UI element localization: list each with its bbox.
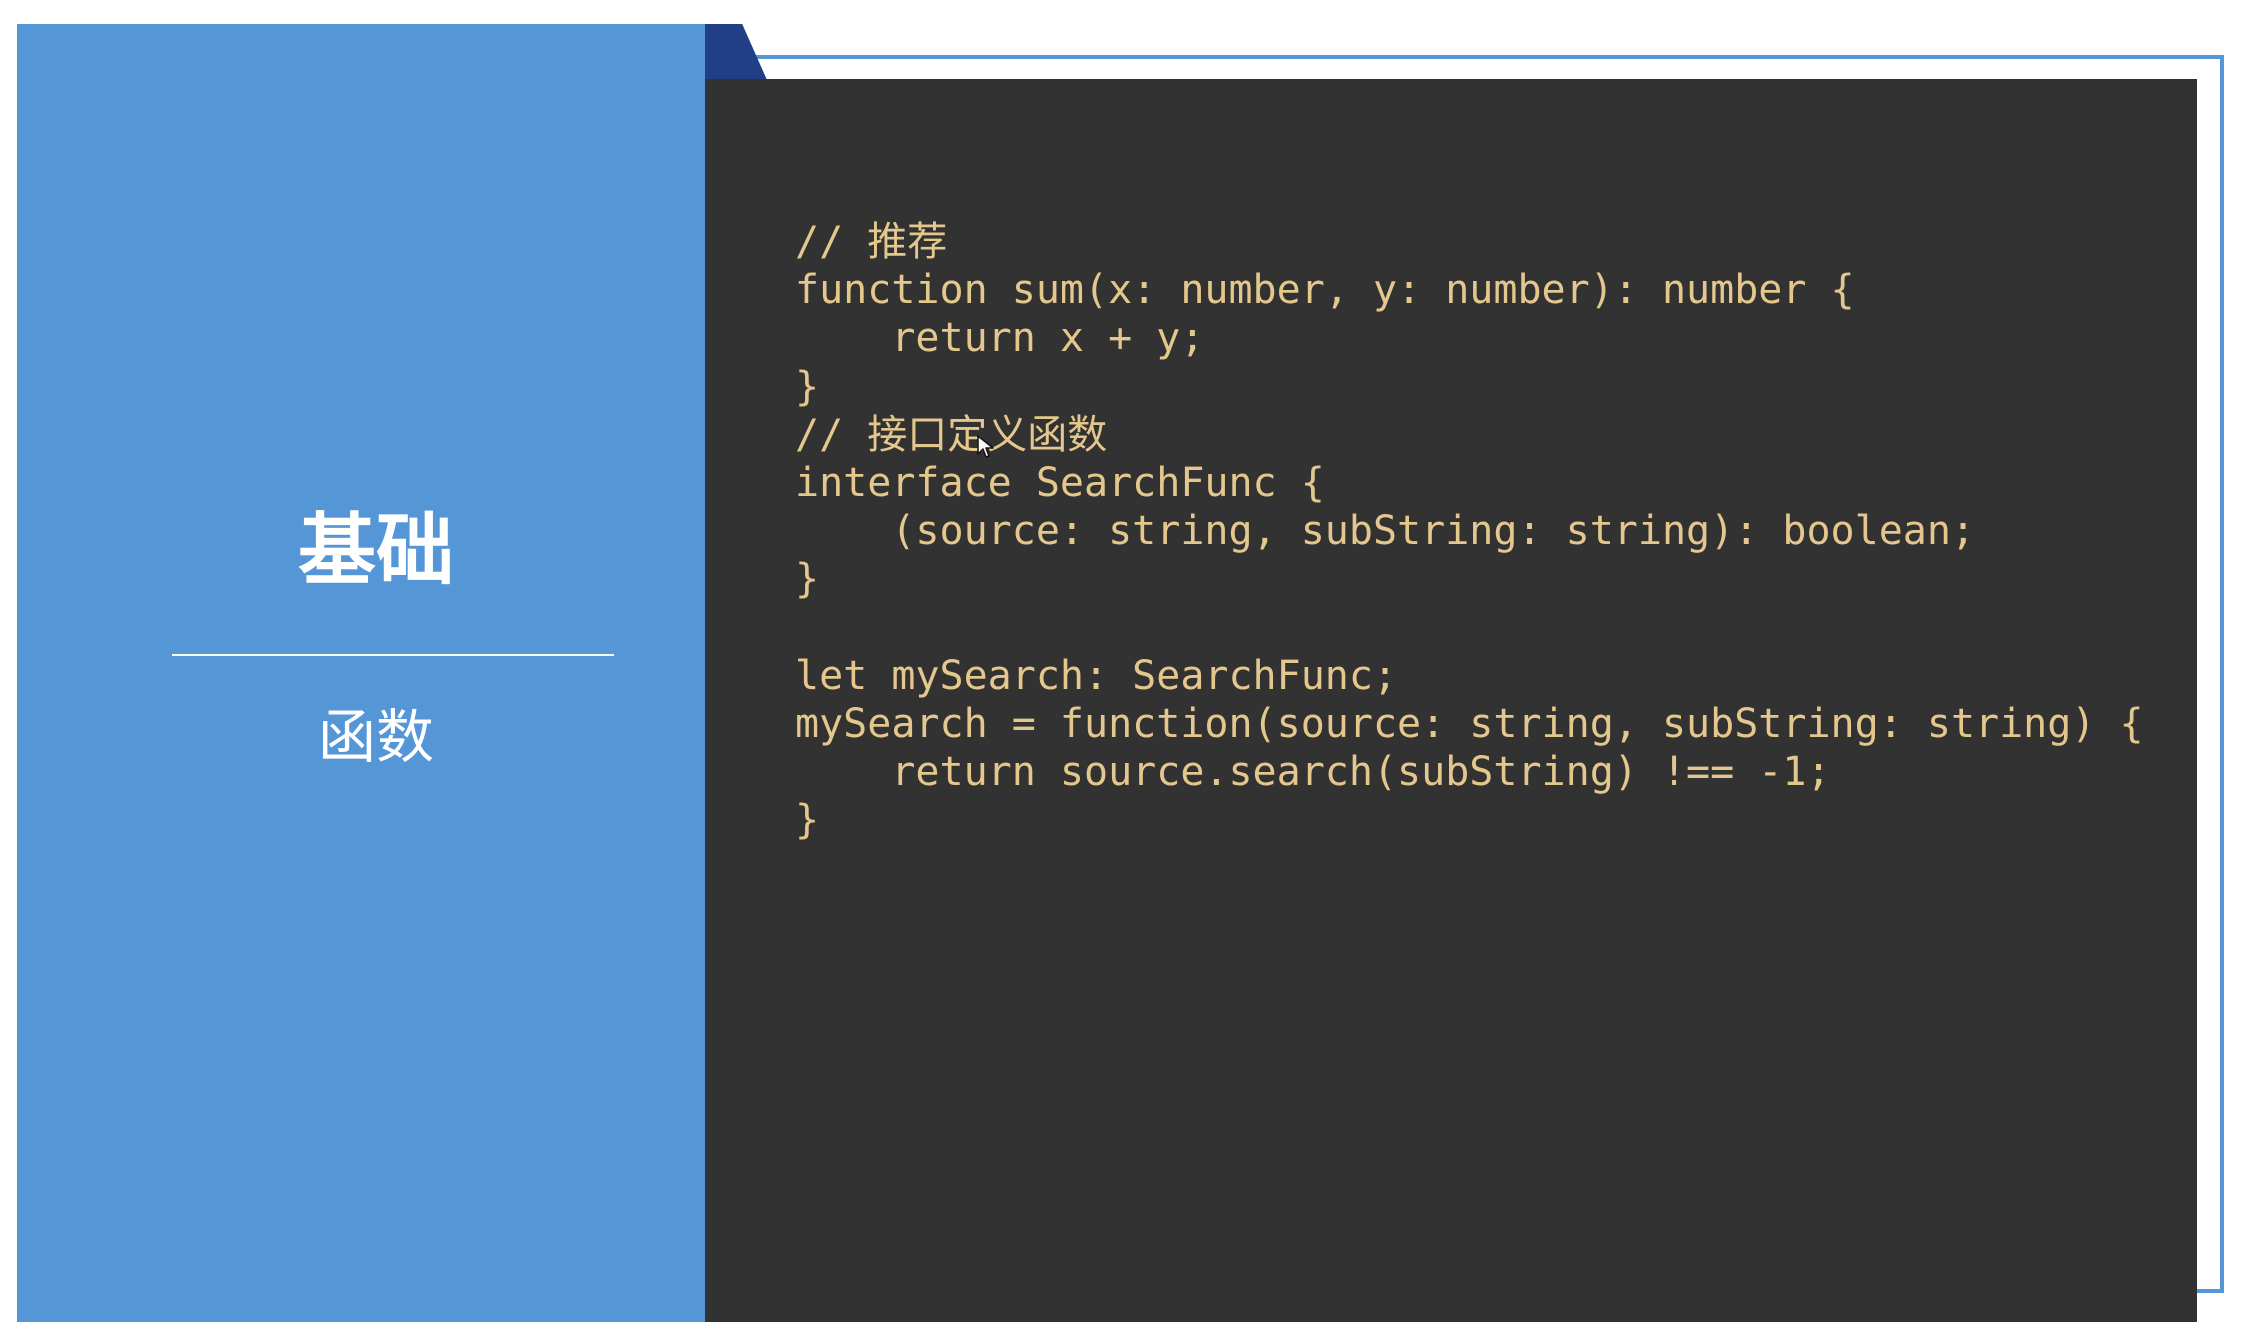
code-line: interface SearchFunc { — [795, 459, 1325, 506]
code-line: } — [795, 556, 820, 603]
code-block: // 推荐 function sum(x: number, y: number):… — [795, 218, 2144, 844]
code-line: // 接口定义函数 — [795, 411, 1108, 458]
code-line: return source.search(subString) !== -1; — [795, 749, 1831, 796]
code-line: return x + y; — [795, 315, 1205, 362]
presentation-slide: 基础 函数 // 推荐 function sum(x: number, y: nu… — [0, 0, 2256, 1338]
mouse-pointer-icon — [977, 435, 994, 458]
corner-accent — [705, 24, 767, 80]
code-line: mySearch = function(source: string, subS… — [795, 700, 2144, 747]
code-line: } — [795, 797, 820, 844]
section-title: 基础 — [297, 506, 454, 596]
code-line: } — [795, 363, 820, 410]
section-sidebar: 基础 函数 — [17, 24, 705, 1322]
code-line: function sum(x: number, y: number): numb… — [795, 267, 1855, 314]
section-divider — [172, 654, 614, 656]
code-line: let mySearch: SearchFunc; — [795, 652, 1398, 699]
section-subtitle: 函数 — [317, 703, 434, 771]
code-line: (source: string, subString: string): boo… — [795, 508, 1976, 555]
code-line: // 推荐 — [795, 219, 948, 265]
